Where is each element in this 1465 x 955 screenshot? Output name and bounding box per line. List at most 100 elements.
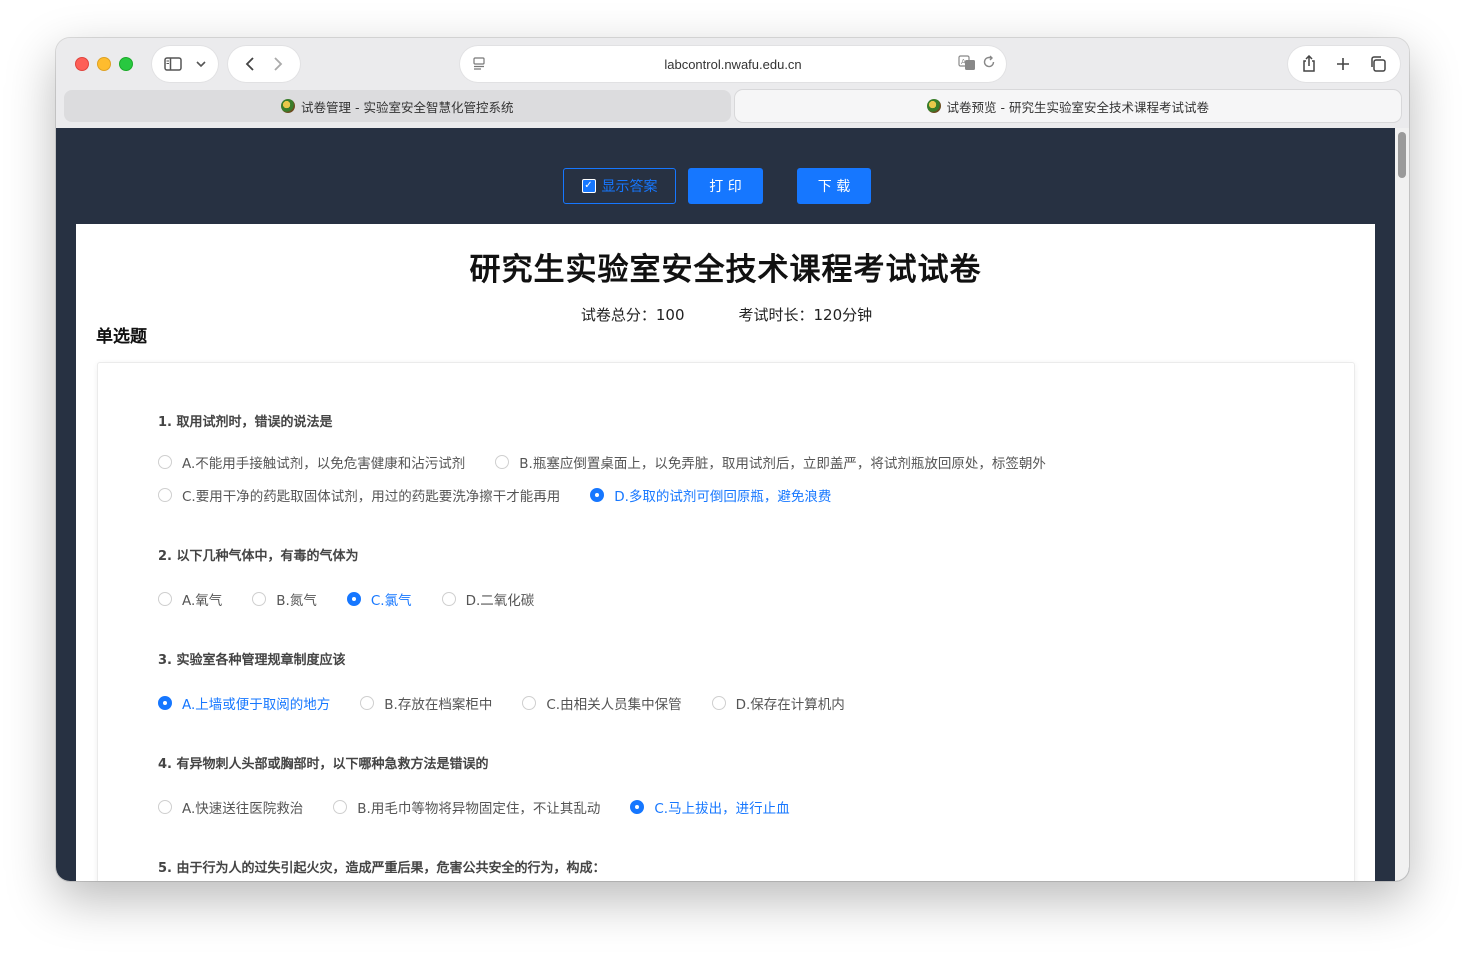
- option-row: A.快速送往医院救治 B.用毛巾等物将异物固定住，不让其乱动 C.马上拔出，进行…: [158, 797, 820, 817]
- share-icon[interactable]: [1301, 55, 1317, 73]
- navigation-buttons: [228, 46, 300, 82]
- question-text: 1. 取用试剂时，错误的说法是: [158, 415, 333, 430]
- browser-titlebar: labcontrol.nwafu.edu.cn A 试卷管理 - 实验室安全智慧…: [56, 38, 1409, 128]
- show-answer-label: 显示答案: [601, 179, 658, 195]
- option-label: C.由相关人员集中保管: [546, 697, 682, 713]
- radio-icon[interactable]: [252, 592, 267, 606]
- new-tab-icon[interactable]: [1335, 56, 1351, 72]
- question-text: 4. 有异物刺人头部或胸部时，以下哪种急救方法是错误的: [158, 757, 489, 772]
- option-label: B.存放在档案柜中: [384, 697, 493, 713]
- browser-window: labcontrol.nwafu.edu.cn A 试卷管理 - 实验室安全智慧…: [56, 38, 1409, 881]
- site-favicon-icon: [281, 99, 296, 113]
- page-settings-icon[interactable]: [472, 56, 486, 70]
- radio-selected-icon[interactable]: [590, 488, 605, 502]
- radio-icon[interactable]: [711, 696, 726, 710]
- option-q1-a[interactable]: A.不能用手接触试剂，以免危害健康和沾污试剂: [158, 452, 465, 472]
- question-1: 1. 取用试剂时，错误的说法是 A.不能用手接触试剂，以免危害健康和沾污试剂 B…: [158, 411, 1046, 505]
- radio-icon[interactable]: [158, 455, 172, 469]
- minimize-window-button[interactable]: [97, 57, 111, 71]
- radio-icon[interactable]: [158, 592, 172, 606]
- paper-title: 研究生实验室安全技术课程考试试卷: [469, 252, 982, 288]
- radio-icon[interactable]: [158, 800, 172, 814]
- option-label: D.多取的试剂可倒回原瓶，避免浪费: [614, 489, 832, 505]
- radio-selected-icon[interactable]: [630, 800, 645, 814]
- option-label: C.要用干净的药匙取固体试剂，用过的药匙要洗净擦干才能再用: [182, 489, 561, 505]
- question-2: 2. 以下几种气体中，有毒的气体为 A.氧气 B.氮气 C.氯气 D.二氧化碳: [158, 545, 534, 609]
- option-label: A.氧气: [182, 593, 223, 609]
- sidebar-toggle-button[interactable]: [152, 46, 218, 82]
- option-label: C.氯气: [370, 593, 412, 609]
- option-q3-b[interactable]: B.存放在档案柜中: [360, 693, 492, 713]
- radio-icon[interactable]: [495, 455, 510, 469]
- scrollbar-thumb[interactable]: [1398, 132, 1406, 178]
- question-5: 5. 由于行为人的过失引起火灾，造成严重后果，危害公共安全的行为，构成：: [158, 857, 606, 876]
- exam-duration: 考试时长：120分钟: [738, 306, 873, 324]
- option-q4-c[interactable]: C.马上拔出，进行止血: [630, 797, 790, 817]
- option-label: A.不能用手接触试剂，以免危害健康和沾污试剂: [182, 456, 466, 472]
- option-q2-c[interactable]: C.氯气: [346, 589, 412, 609]
- option-row: A.不能用手接触试剂，以免危害健康和沾污试剂 B.瓶塞应倒置桌面上，以免弄脏，取…: [158, 452, 1076, 472]
- option-q3-a[interactable]: A.上墙或便于取阅的地方: [158, 693, 330, 713]
- tab-overview-icon[interactable]: [1369, 55, 1387, 73]
- site-favicon-icon: [926, 99, 941, 113]
- back-arrow-icon[interactable]: [245, 56, 255, 72]
- browser-actions: [1288, 46, 1400, 82]
- tab-exam-preview[interactable]: 试卷预览 - 研究生实验室安全技术课程考试试卷: [734, 90, 1401, 122]
- paper-meta: 试卷总分：100 考试时长：120分钟: [76, 304, 1375, 325]
- option-row: A.氧气 B.氮气 C.氯气 D.二氧化碳: [158, 589, 564, 609]
- radio-icon[interactable]: [333, 800, 348, 814]
- question-card: 1. 取用试剂时，错误的说法是 A.不能用手接触试剂，以免危害健康和沾污试剂 B…: [97, 362, 1355, 881]
- page-content: ✓ 显示答案 打 印 下 载 研究生实验室安全技术课程考试试卷 试卷总分：100…: [56, 128, 1409, 881]
- reload-icon[interactable]: [982, 55, 996, 69]
- section-title: 单选题: [96, 327, 147, 347]
- question-4: 4. 有异物刺人头部或胸部时，以下哪种急救方法是错误的 A.快速送往医院救治 B…: [158, 753, 790, 817]
- svg-text:A: A: [961, 58, 966, 66]
- tab-title: 试卷管理 - 实验室安全智慧化管控系统: [301, 99, 514, 115]
- zoom-window-button[interactable]: [119, 57, 133, 71]
- radio-icon[interactable]: [158, 488, 172, 502]
- option-label: D.二氧化碳: [465, 593, 535, 609]
- option-q3-c[interactable]: C.由相关人员集中保管: [522, 693, 682, 713]
- option-q2-b[interactable]: B.氮气: [252, 589, 317, 609]
- tab-title: 试卷预览 - 研究生实验室安全技术课程考试试卷: [946, 99, 1209, 115]
- option-q1-b[interactable]: B.瓶塞应倒置桌面上，以免弄脏，取用试剂后，立即盖严，将试剂瓶放回原处，标签朝外: [495, 452, 1046, 472]
- option-row: C.要用干净的药匙取固体试剂，用过的药匙要洗净擦干才能再用 D.多取的试剂可倒回…: [158, 485, 861, 505]
- checkbox-checked-icon[interactable]: ✓: [581, 179, 596, 193]
- total-score: 试卷总分：100: [580, 306, 685, 324]
- translate-icon[interactable]: A: [958, 55, 976, 71]
- radio-selected-icon[interactable]: [158, 696, 172, 710]
- question-text: 2. 以下几种气体中，有毒的气体为: [158, 549, 359, 564]
- option-q4-b[interactable]: B.用毛巾等物将异物固定住，不让其乱动: [333, 797, 600, 817]
- option-q3-d[interactable]: D.保存在计算机内: [711, 693, 845, 713]
- option-q1-d[interactable]: D.多取的试剂可倒回原瓶，避免浪费: [590, 485, 831, 505]
- chevron-down-icon[interactable]: [196, 60, 206, 68]
- radio-icon[interactable]: [522, 696, 537, 710]
- tab-strip: 试卷管理 - 实验室安全智慧化管控系统 试卷预览 - 研究生实验室安全技术课程考…: [64, 90, 1401, 122]
- option-label: C.马上拔出，进行止血: [654, 801, 790, 817]
- option-q2-a[interactable]: A.氧气: [158, 589, 222, 609]
- option-q4-a[interactable]: A.快速送往医院救治: [158, 797, 303, 817]
- print-button[interactable]: 打 印: [688, 168, 763, 204]
- radio-icon[interactable]: [441, 592, 456, 606]
- option-label: A.快速送往医院救治: [182, 801, 304, 817]
- question-3: 3. 实验室各种管理规章制度应该 A.上墙或便于取阅的地方 B.存放在档案柜中: [158, 649, 845, 713]
- exam-paper: 研究生实验室安全技术课程考试试卷 试卷总分：100 考试时长：120分钟 单选题…: [76, 224, 1375, 881]
- option-label: B.用毛巾等物将异物固定住，不让其乱动: [357, 801, 601, 817]
- option-label: B.氮气: [276, 593, 317, 609]
- option-label: B.瓶塞应倒置桌面上，以免弄脏，取用试剂后，立即盖严，将试剂瓶放回原处，标签朝外: [519, 456, 1046, 472]
- address-bar[interactable]: labcontrol.nwafu.edu.cn A: [460, 46, 1006, 82]
- question-text: 5. 由于行为人的过失引起火灾，造成严重后果，危害公共安全的行为，构成：: [158, 861, 606, 876]
- close-window-button[interactable]: [75, 57, 89, 71]
- download-button[interactable]: 下 载: [797, 168, 871, 204]
- option-q2-d[interactable]: D.二氧化碳: [441, 589, 535, 609]
- page-scrollbar[interactable]: [1395, 128, 1409, 881]
- option-q1-c[interactable]: C.要用干净的药匙取固体试剂，用过的药匙要洗净擦干才能再用: [158, 485, 560, 505]
- show-answer-checkbox[interactable]: ✓ 显示答案: [563, 168, 676, 204]
- tab-exam-management[interactable]: 试卷管理 - 实验室安全智慧化管控系统: [64, 90, 731, 122]
- option-row: A.上墙或便于取阅的地方 B.存放在档案柜中 C.由相关人员集中保管 D.保存在…: [158, 693, 875, 713]
- forward-arrow-icon[interactable]: [273, 56, 283, 72]
- radio-selected-icon[interactable]: [346, 592, 361, 606]
- question-text: 3. 实验室各种管理规章制度应该: [158, 653, 346, 668]
- sidebar-icon: [164, 57, 182, 71]
- radio-icon[interactable]: [360, 696, 375, 710]
